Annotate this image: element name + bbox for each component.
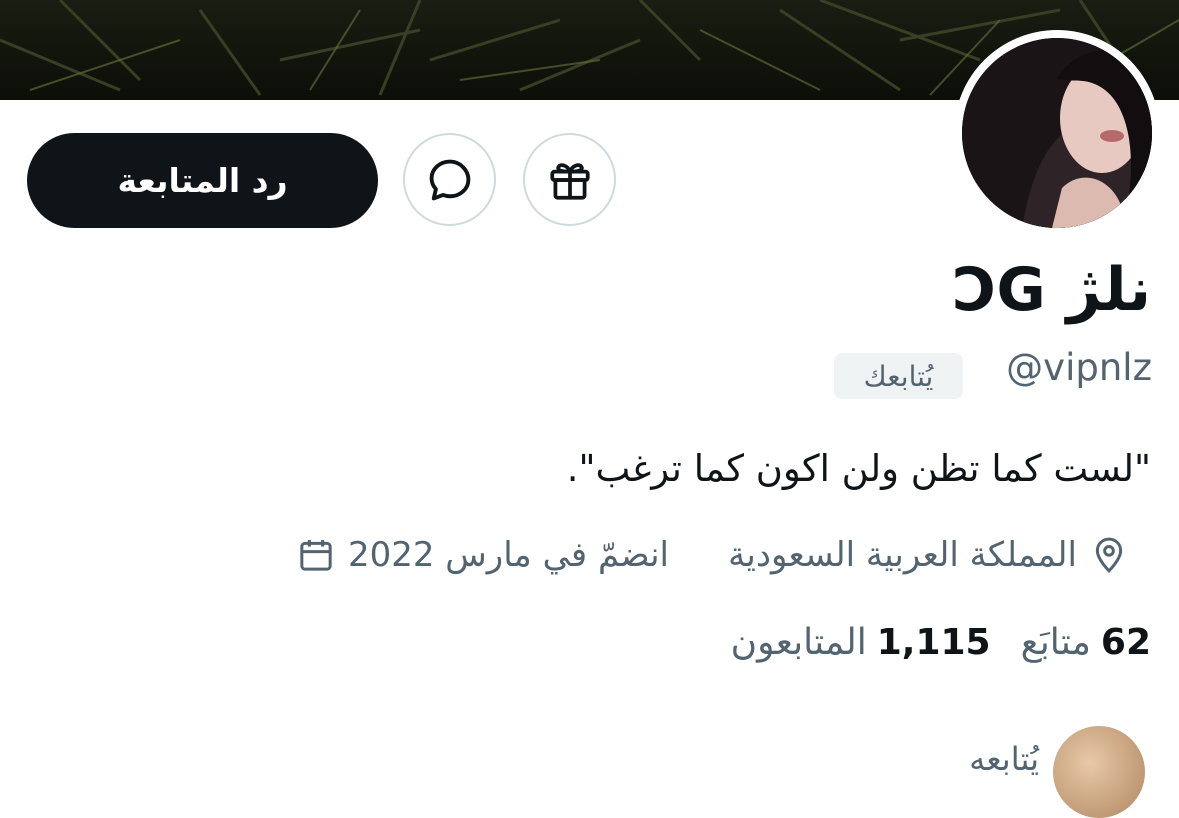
profile-stats: 62 متابَع 1,115 المتابعون (731, 622, 1151, 663)
followed-by-avatar[interactable] (1053, 726, 1145, 818)
gift-icon (549, 162, 590, 200)
location-pin-icon (1095, 537, 1123, 573)
gift-button[interactable] (523, 133, 616, 226)
profile-avatar[interactable] (962, 38, 1152, 228)
message-icon (429, 159, 470, 200)
calendar-icon (300, 540, 332, 571)
username-handle: @vipnlz (1006, 346, 1152, 389)
profile-joined-date: انضمّ في مارس 2022 (296, 535, 669, 575)
following-label: متابَع (1020, 622, 1091, 663)
followers-label: المتابعون (730, 622, 867, 663)
joined-text: انضمّ في مارس 2022 (347, 535, 669, 575)
follow-back-button[interactable]: رد المتابعة (27, 133, 378, 228)
follows-you-badge: يُتابعك (834, 353, 963, 399)
profile-bio: "لست كما تظن ولن اكون كما ترغب". (566, 447, 1151, 490)
following-stat[interactable]: 62 متابَع (1021, 622, 1151, 663)
display-name: نلژ ƆG (952, 255, 1151, 325)
followers-count: 1,115 (876, 622, 991, 663)
following-count: 62 (1100, 622, 1151, 663)
followers-stat[interactable]: 1,115 المتابعون (731, 622, 991, 663)
followed-by-text[interactable]: يُتابعه (969, 740, 1039, 778)
location-text: المملكة العربية السعودية (728, 535, 1077, 575)
profile-location: المملكة العربية السعودية (728, 535, 1129, 575)
message-button[interactable] (403, 133, 496, 226)
